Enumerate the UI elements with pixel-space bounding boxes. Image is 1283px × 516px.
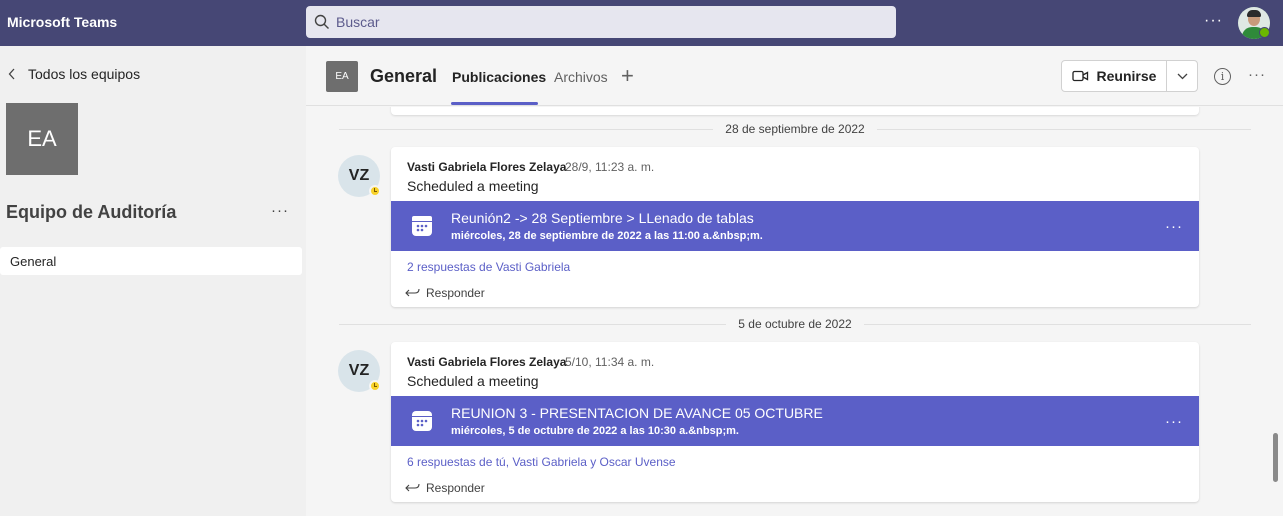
- channel-item-general[interactable]: General: [0, 247, 302, 275]
- more-options-icon[interactable]: ···: [1204, 12, 1223, 30]
- meeting-more-icon[interactable]: ···: [1165, 218, 1183, 235]
- channel-header: EA General Publicaciones Archivos + Reun…: [306, 46, 1283, 106]
- post-author[interactable]: Vasti Gabriela Flores Zelaya: [407, 355, 566, 369]
- all-teams-label: Todos los equipos: [28, 66, 141, 82]
- meet-button-group: Reunirse: [1061, 60, 1198, 92]
- feed-scrollbar[interactable]: [1273, 433, 1278, 482]
- team-more-icon[interactable]: ···: [271, 202, 289, 219]
- date-label: 28 de septiembre de 2022: [713, 122, 877, 136]
- search-icon: [314, 14, 329, 29]
- meeting-banner[interactable]: REUNION 3 - PRESENTACION DE AVANCE 05 OC…: [391, 396, 1199, 446]
- meeting-more-icon[interactable]: ···: [1165, 413, 1183, 430]
- tab-archivos[interactable]: Archivos: [554, 69, 608, 85]
- meeting-banner[interactable]: Reunión2 -> 28 Septiembre > LLenado de t…: [391, 201, 1199, 251]
- team-name: Equipo de Auditoría: [6, 202, 177, 222]
- post-card: Vasti Gabriela Flores Zelaya 5/10, 11:34…: [391, 342, 1199, 502]
- chevron-down-icon: [1177, 73, 1187, 79]
- title-bar: Microsoft Teams ···: [0, 0, 1283, 46]
- meet-button-label: Reunirse: [1096, 68, 1157, 84]
- app-title: Microsoft Teams: [7, 14, 118, 30]
- info-icon[interactable]: i: [1214, 68, 1231, 85]
- date-divider: 28 de septiembre de 2022: [339, 122, 1251, 136]
- post-timestamp: 28/9, 11:23 a. m.: [565, 160, 655, 174]
- reply-icon: [405, 288, 420, 297]
- meet-dropdown-button[interactable]: [1167, 61, 1197, 91]
- calendar-icon: [412, 411, 432, 431]
- add-tab-plus-icon[interactable]: +: [621, 63, 634, 89]
- presence-away-icon: [369, 380, 381, 392]
- chevron-left-icon: [8, 68, 15, 80]
- reply-label: Responder: [426, 286, 485, 300]
- active-tab-indicator: [451, 102, 538, 105]
- date-label: 5 de octubre de 2022: [726, 317, 864, 331]
- channel-title: General: [370, 66, 438, 86]
- team-avatar: EA: [6, 103, 78, 175]
- previous-post-card: [391, 107, 1199, 115]
- post-timestamp: 5/10, 11:34 a. m.: [565, 355, 655, 369]
- meeting-title: REUNION 3 - PRESENTACION DE AVANCE 05 OC…: [451, 405, 823, 421]
- post-card: Vasti Gabriela Flores Zelaya 28/9, 11:23…: [391, 147, 1199, 307]
- meeting-time: miércoles, 5 de octubre de 2022 a las 10…: [451, 425, 739, 437]
- presence-available-icon: [1259, 27, 1270, 38]
- channel-more-icon[interactable]: ···: [1248, 66, 1266, 83]
- search-input[interactable]: [336, 6, 876, 38]
- post-message: Scheduled a meeting: [407, 178, 539, 194]
- video-icon: [1071, 70, 1088, 82]
- search-box[interactable]: [306, 6, 896, 38]
- all-teams-link[interactable]: Todos los equipos: [8, 66, 140, 82]
- tab-publicaciones[interactable]: Publicaciones: [452, 69, 546, 85]
- calendar-icon: [412, 216, 432, 236]
- meeting-title: Reunión2 -> 28 Septiembre > LLenado de t…: [451, 210, 754, 226]
- meeting-time: miércoles, 28 de septiembre de 2022 a la…: [451, 230, 763, 242]
- reply-button[interactable]: Responder: [405, 481, 485, 495]
- channel-main: EA General Publicaciones Archivos + Reun…: [306, 46, 1283, 516]
- post-message: Scheduled a meeting: [407, 373, 539, 389]
- channel-avatar: EA: [326, 61, 358, 92]
- post-author[interactable]: Vasti Gabriela Flores Zelaya: [407, 160, 566, 174]
- meet-button[interactable]: Reunirse: [1062, 61, 1166, 91]
- conversation-feed: 28 de septiembre de 2022 VZ Vasti Gabrie…: [306, 107, 1283, 516]
- date-divider: 5 de octubre de 2022: [339, 317, 1251, 331]
- presence-away-icon: [369, 185, 381, 197]
- reply-button[interactable]: Responder: [405, 286, 485, 300]
- reply-label: Responder: [426, 481, 485, 495]
- replies-link[interactable]: 2 respuestas de Vasti Gabriela: [407, 260, 570, 274]
- team-sidebar: Todos los equipos EA Equipo de Auditoría…: [0, 46, 305, 516]
- replies-link[interactable]: 6 respuestas de tú, Vasti Gabriela y Osc…: [407, 455, 676, 469]
- reply-icon: [405, 483, 420, 492]
